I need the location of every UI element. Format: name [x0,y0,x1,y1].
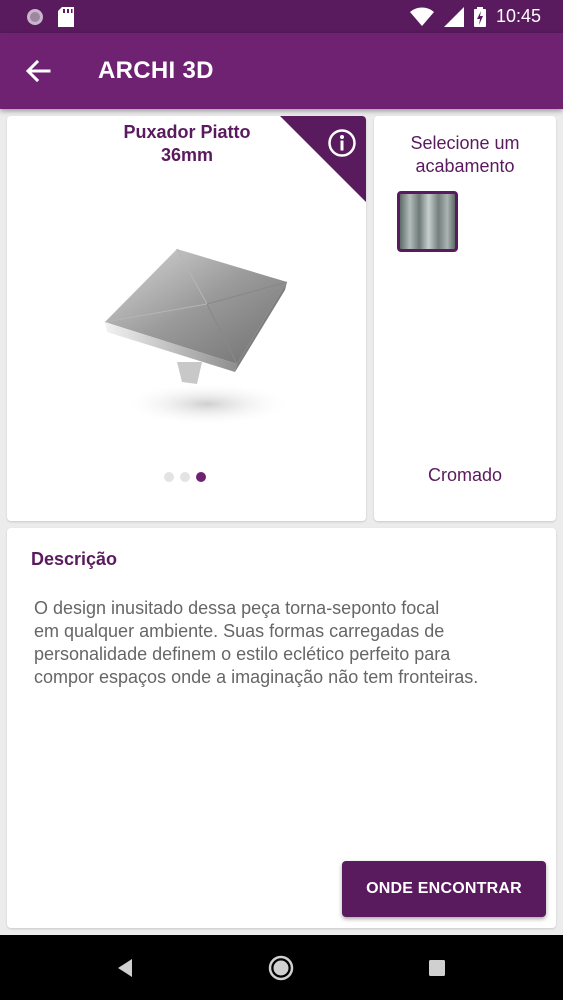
carousel-dot[interactable] [180,472,190,482]
product-card: Puxador Piatto 36mm [7,116,366,521]
nav-back-icon[interactable] [112,955,138,981]
carousel-dot-active[interactable] [196,472,206,482]
nav-recents-icon[interactable] [424,955,450,981]
description-line: personalidade definem o estilo eclético … [34,644,451,664]
finish-heading-line1: Selecione um [410,133,520,153]
status-time: 10:45 [495,6,541,26]
app-notification-icon [27,9,43,25]
status-bar: 10:45 [0,0,563,33]
where-to-find-button[interactable]: ONDE ENCONTRAR [342,861,546,917]
app-bar: ARCHI 3D [0,33,563,109]
info-button[interactable] [280,116,366,202]
signal-icon [443,6,464,27]
finish-card: Selecione um acabamento Cromado [374,116,556,521]
sd-card-icon [58,7,74,27]
image-carousel-indicator [164,472,206,482]
system-nav-bar [0,935,563,1000]
arrow-left-icon[interactable] [22,55,54,87]
finish-swatch-cromado[interactable] [397,191,458,252]
description-card: Descrição O design inusitado dessa peça … [7,528,556,928]
wifi-icon [409,7,434,26]
info-icon [328,129,356,157]
battery-charging-icon [473,6,486,27]
description-heading: Descrição [31,549,118,569]
product-title-line2: 36mm [160,145,214,165]
finish-name: Cromado [427,465,503,485]
product-title: Puxador Piatto 36mm [67,121,307,167]
finish-heading: Selecione um acabamento [374,132,556,178]
page-title: ARCHI 3D [98,57,214,84]
description-line: compor espaços onde a imaginação não tem… [34,667,479,687]
description-line: em qualquer ambiente. Suas formas carreg… [34,621,445,641]
product-title-line1: Puxador Piatto [123,122,251,142]
product-image[interactable] [97,244,297,434]
nav-home-icon[interactable] [268,955,294,981]
description-text: O design inusitado dessa peça torna-sepo… [34,597,524,689]
description-line: O design inusitado dessa peça torna-sepo… [34,598,440,618]
finish-heading-line2: acabamento [415,156,515,176]
carousel-dot[interactable] [164,472,174,482]
